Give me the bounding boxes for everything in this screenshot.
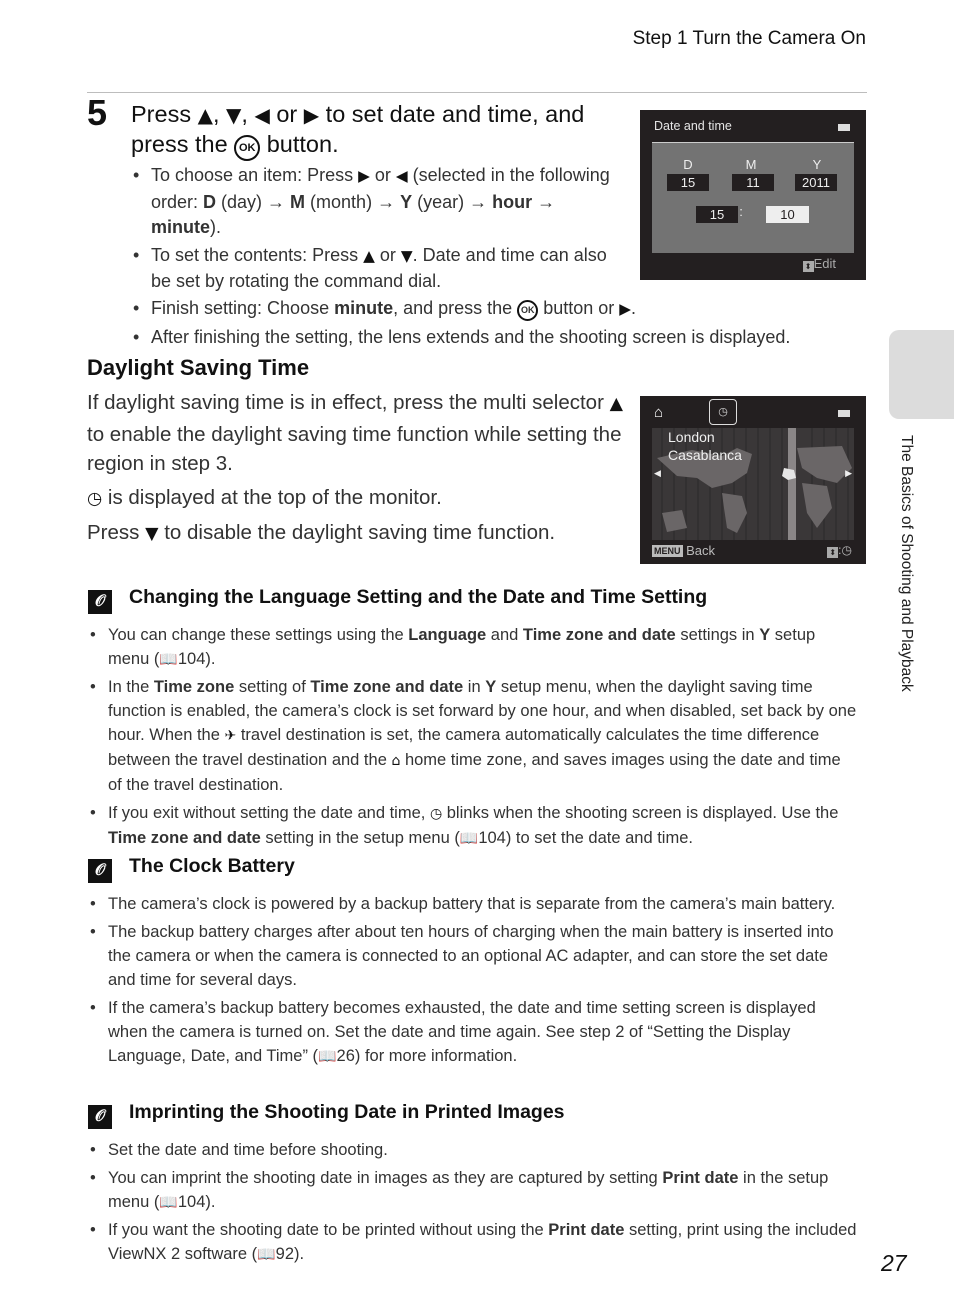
- paragraph: ◷ is displayed at the top of the monitor…: [87, 485, 442, 509]
- edit-hint: ⬍ Edit: [802, 256, 836, 272]
- up-arrow-icon: ▲: [363, 246, 375, 265]
- year-label: Y: [812, 157, 822, 172]
- list-item: If you want the shooting date to be prin…: [88, 1218, 858, 1266]
- note-heading: 𝒪 The Clock Battery: [88, 855, 858, 883]
- list-item: Set the date and time before shooting.: [88, 1138, 858, 1162]
- down-arrow-icon: ▼: [145, 524, 159, 544]
- left-arrow-icon: ◀: [254, 103, 270, 127]
- chapter-label: The Basics of Shooting and Playback: [898, 435, 915, 692]
- section-heading-daylight-saving: Daylight Saving Time: [87, 355, 310, 380]
- book-reference-icon: 📖: [159, 1193, 178, 1211]
- paperclip-note-icon: 𝒪: [88, 1105, 112, 1129]
- up-arrow-icon: ▲: [197, 103, 213, 127]
- month-field[interactable]: 11: [732, 174, 774, 191]
- down-arrow-icon: ▼: [400, 246, 413, 265]
- header-divider: [87, 92, 867, 93]
- list-item: If you exit without setting the date and…: [88, 801, 858, 850]
- paragraph: If daylight saving time is in effect, pr…: [87, 391, 623, 475]
- step-bullets-continued: Finish setting: Choose minute, and press…: [131, 296, 851, 353]
- list-item: If the camera’s backup battery becomes e…: [88, 996, 858, 1068]
- running-header: Step 1 Turn the Camera On: [632, 28, 866, 49]
- city-label: Casablanca: [668, 447, 742, 463]
- right-arrow-icon: ▶: [303, 103, 320, 127]
- month-label: M: [745, 157, 757, 172]
- step-number: 5: [87, 92, 108, 133]
- date-time-panel: D M Y 15 11 2011 15 : 10: [652, 142, 854, 253]
- setup-menu-icon: Y: [759, 626, 771, 644]
- paragraph: Press ▼ to disable the daylight saving t…: [87, 521, 556, 544]
- note-bullets: The camera’s clock is powered by a backu…: [88, 892, 858, 1068]
- step-bullets: To choose an item: Press ▶ or ◀ (selecte…: [131, 163, 621, 297]
- clock-warning-icon: ◷: [429, 806, 443, 822]
- list-item: Finish setting: Choose minute, and press…: [131, 296, 851, 323]
- setup-menu-icon: Y: [485, 678, 497, 696]
- daylight-saving-hint: ⬍:◷: [827, 543, 852, 558]
- scroll-right-icon[interactable]: ▶: [845, 468, 852, 479]
- list-item: To choose an item: Press ▶ or ◀ (selecte…: [131, 163, 621, 241]
- back-hint[interactable]: MENU Back: [652, 543, 715, 558]
- book-reference-icon: 📖: [257, 1245, 276, 1263]
- airplane-travel-icon: ✈: [224, 728, 237, 744]
- up-arrow-icon: ▲: [609, 394, 623, 414]
- home-icon: ⌂: [654, 404, 664, 421]
- book-reference-icon: 📖: [459, 829, 479, 847]
- minute-field[interactable]: 10: [766, 206, 809, 223]
- menu-icon: MENU: [652, 545, 683, 557]
- note-imprinting-date: 𝒪 Imprinting the Shooting Date in Printed…: [88, 1101, 858, 1270]
- right-arrow-icon: ▶: [358, 167, 370, 185]
- note-bullets: Set the date and time before shooting. Y…: [88, 1138, 858, 1266]
- page-number: 27: [881, 1250, 907, 1276]
- year-field[interactable]: 2011: [795, 174, 837, 191]
- step-title: Press ▲, ▼, ◀ or ▶ to set date and time,…: [131, 100, 631, 161]
- time-separator: :: [739, 204, 743, 219]
- left-arrow-icon: ◀: [395, 167, 408, 185]
- paperclip-note-icon: 𝒪: [88, 590, 112, 614]
- world-map: London Casablanca ◀ ▶: [652, 428, 854, 540]
- up-down-icon: ⬍: [827, 547, 839, 558]
- camera-screen-time-zone-map: ⌂ ◷ London Casablanca ◀ ▶ MENU Back ⬍:◷: [640, 396, 866, 564]
- list-item: The camera’s clock is powered by a backu…: [88, 892, 858, 916]
- list-item: In the Time zone setting of Time zone an…: [88, 675, 858, 797]
- scroll-left-icon[interactable]: ◀: [654, 468, 661, 479]
- battery-icon: [838, 410, 850, 417]
- note-bullets: You can change these settings using the …: [88, 623, 858, 850]
- camera-screen-date-time: Date and time D M Y 15 11 2011 15 : 10 ⬍…: [640, 110, 866, 280]
- daylight-saving-icon[interactable]: ◷: [709, 399, 737, 425]
- right-arrow-icon: ▶: [619, 300, 632, 318]
- daylight-saving-icon: ◷: [841, 543, 852, 557]
- daylight-saving-icon: ◷: [87, 488, 103, 509]
- paperclip-note-icon: 𝒪: [88, 859, 112, 883]
- list-item: To set the contents: Press ▲ or ▼. Date …: [131, 243, 621, 295]
- chapter-tab: [889, 330, 954, 419]
- book-reference-icon: 📖: [318, 1047, 337, 1065]
- list-item: You can change these settings using the …: [88, 623, 858, 671]
- list-item: After finishing the setting, the lens ex…: [131, 325, 851, 351]
- day-field[interactable]: 15: [667, 174, 709, 191]
- note-clock-battery: 𝒪The Clock Battery The camera’s clock is…: [88, 855, 858, 1072]
- up-down-icon: ⬍: [802, 261, 814, 272]
- battery-icon: [838, 124, 850, 131]
- city-label: London: [668, 429, 715, 445]
- screen-title: Date and time: [654, 119, 732, 133]
- day-label: D: [683, 157, 693, 172]
- ok-button-icon: OK: [517, 300, 539, 321]
- daylight-saving-body: If daylight saving time is in effect, pr…: [87, 388, 632, 554]
- note-heading: 𝒪 Changing the Language Setting and the D…: [88, 586, 858, 614]
- note-changing-language: 𝒪 Changing the Language Setting and the D…: [88, 586, 858, 854]
- list-item: The backup battery charges after about t…: [88, 920, 858, 992]
- down-arrow-icon: ▼: [226, 103, 242, 127]
- note-heading: 𝒪 Imprinting the Shooting Date in Printed…: [88, 1101, 858, 1129]
- list-item: You can imprint the shooting date in ima…: [88, 1166, 858, 1214]
- book-reference-icon: 📖: [159, 650, 178, 668]
- ok-button-icon: OK: [234, 135, 261, 161]
